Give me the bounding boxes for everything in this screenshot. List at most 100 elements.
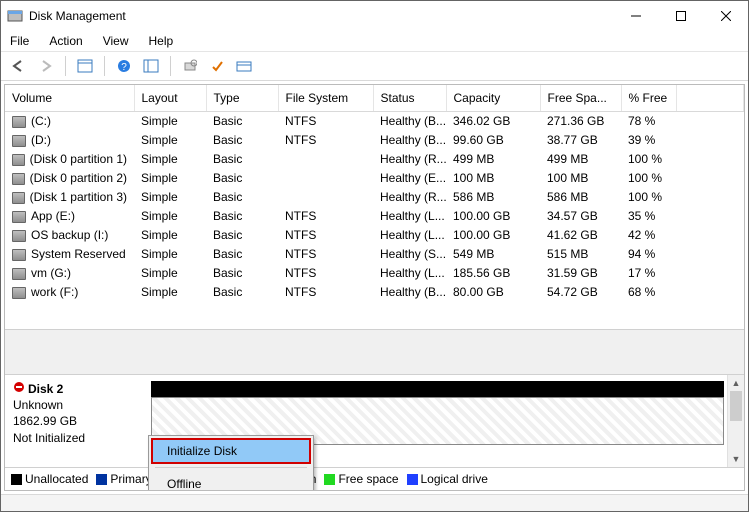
volume-icon: [12, 154, 25, 166]
cell-free: 100 MB: [540, 169, 621, 188]
col-pct[interactable]: % Free: [621, 85, 676, 112]
cell-capacity: 100.00 GB: [446, 226, 540, 245]
cell-capacity: 80.00 GB: [446, 283, 540, 302]
volume-icon: [12, 211, 26, 223]
splitter[interactable]: [5, 330, 744, 374]
disk-name: Disk 2: [13, 381, 143, 397]
back-button[interactable]: [7, 54, 31, 78]
cell-capacity: 549 MB: [446, 245, 540, 264]
volume-icon: [12, 268, 26, 280]
menu-item-initialize-disk[interactable]: Initialize Disk: [151, 438, 311, 464]
window-controls: [613, 1, 748, 31]
legend: Unallocated Primary partition Extended p…: [5, 467, 744, 490]
disk-size: 1862.99 GB: [13, 413, 143, 429]
volume-list: Volume Layout Type File System Status Ca…: [5, 85, 744, 330]
disk-status: Not Initialized: [13, 430, 143, 446]
table-header-row: Volume Layout Type File System Status Ca…: [5, 85, 744, 112]
table-row[interactable]: App (E:)SimpleBasicNTFSHealthy (L...100.…: [5, 207, 744, 226]
table-row[interactable]: (D:)SimpleBasicNTFSHealthy (B...99.60 GB…: [5, 131, 744, 150]
disk-info-pane[interactable]: Disk 2 Unknown 1862.99 GB Not Initialize…: [5, 375, 151, 467]
disk-type: Unknown: [13, 397, 143, 413]
cell-fs: NTFS: [278, 264, 373, 283]
svg-text:?: ?: [121, 62, 127, 73]
cell-status: Healthy (B...: [373, 131, 446, 150]
volume-icon: [12, 116, 26, 128]
window-title: Disk Management: [29, 9, 613, 23]
scrollbar-vertical[interactable]: ▲ ▼: [727, 375, 744, 467]
cell-layout: Simple: [134, 245, 206, 264]
cell-status: Healthy (B...: [373, 112, 446, 132]
cell-fs: NTFS: [278, 226, 373, 245]
col-free[interactable]: Free Spa...: [540, 85, 621, 112]
minimize-button[interactable]: [613, 1, 658, 31]
show-hide-button[interactable]: [73, 54, 97, 78]
settings-button[interactable]: [139, 54, 163, 78]
scroll-down-button[interactable]: ▼: [728, 451, 744, 467]
col-type[interactable]: Type: [206, 85, 278, 112]
disk-graphical-view: Disk 2 Unknown 1862.99 GB Not Initialize…: [5, 374, 744, 467]
menu-action[interactable]: Action: [46, 33, 85, 49]
legend-logical: Logical drive: [407, 472, 488, 486]
toolbar: ?: [1, 52, 748, 81]
action-list-button[interactable]: [205, 54, 229, 78]
cell-pct: 78 %: [621, 112, 676, 132]
cell-fs: NTFS: [278, 283, 373, 302]
cell-layout: Simple: [134, 169, 206, 188]
menu-help[interactable]: Help: [146, 33, 177, 49]
cell-capacity: 99.60 GB: [446, 131, 540, 150]
menu-view[interactable]: View: [100, 33, 132, 49]
maximize-button[interactable]: [658, 1, 703, 31]
help-button[interactable]: ?: [112, 54, 136, 78]
cell-capacity: 185.56 GB: [446, 264, 540, 283]
col-fs[interactable]: File System: [278, 85, 373, 112]
scroll-up-button[interactable]: ▲: [728, 375, 744, 391]
cell-capacity: 586 MB: [446, 188, 540, 207]
cell-free: 41.62 GB: [540, 226, 621, 245]
cell-layout: Simple: [134, 207, 206, 226]
cell-type: Basic: [206, 264, 278, 283]
cell-status: Healthy (R...: [373, 150, 446, 169]
volume-icon: [12, 135, 26, 147]
table-row[interactable]: System ReservedSimpleBasicNTFSHealthy (S…: [5, 245, 744, 264]
cell-fs: [278, 188, 373, 207]
app-icon: [7, 8, 23, 24]
statusbar: [1, 494, 748, 511]
cell-layout: Simple: [134, 264, 206, 283]
volume-icon: [12, 192, 25, 204]
refresh-button[interactable]: [178, 54, 202, 78]
cell-layout: Simple: [134, 226, 206, 245]
cell-pct: 39 %: [621, 131, 676, 150]
table-row[interactable]: (Disk 1 partition 3)SimpleBasicHealthy (…: [5, 188, 744, 207]
volume-icon: [12, 249, 26, 261]
table-row[interactable]: (C:)SimpleBasicNTFSHealthy (B...346.02 G…: [5, 112, 744, 132]
cell-pct: 17 %: [621, 264, 676, 283]
col-status[interactable]: Status: [373, 85, 446, 112]
close-button[interactable]: [703, 1, 748, 31]
table-row[interactable]: vm (G:)SimpleBasicNTFSHealthy (L...185.5…: [5, 264, 744, 283]
scroll-thumb[interactable]: [730, 391, 742, 421]
menubar: File Action View Help: [1, 31, 748, 52]
cell-free: 271.36 GB: [540, 112, 621, 132]
cell-volume: vm (G:): [5, 264, 134, 283]
table-row[interactable]: OS backup (I:)SimpleBasicNTFSHealthy (L.…: [5, 226, 744, 245]
cell-type: Basic: [206, 150, 278, 169]
cell-type: Basic: [206, 283, 278, 302]
content-area: Volume Layout Type File System Status Ca…: [4, 84, 745, 491]
col-spacer: [676, 85, 744, 112]
col-layout[interactable]: Layout: [134, 85, 206, 112]
more-button[interactable]: [232, 54, 256, 78]
col-capacity[interactable]: Capacity: [446, 85, 540, 112]
col-volume[interactable]: Volume: [5, 85, 134, 112]
forward-button[interactable]: [34, 54, 58, 78]
table-row[interactable]: (Disk 0 partition 1)SimpleBasicHealthy (…: [5, 150, 744, 169]
table-row[interactable]: work (F:)SimpleBasicNTFSHealthy (B...80.…: [5, 283, 744, 302]
menu-item-offline[interactable]: Offline: [151, 471, 311, 491]
cell-layout: Simple: [134, 131, 206, 150]
cell-capacity: 499 MB: [446, 150, 540, 169]
cell-type: Basic: [206, 245, 278, 264]
cell-pct: 42 %: [621, 226, 676, 245]
cell-volume: OS backup (I:): [5, 226, 134, 245]
table-row[interactable]: (Disk 0 partition 2)SimpleBasicHealthy (…: [5, 169, 744, 188]
menu-file[interactable]: File: [7, 33, 32, 49]
cell-pct: 68 %: [621, 283, 676, 302]
